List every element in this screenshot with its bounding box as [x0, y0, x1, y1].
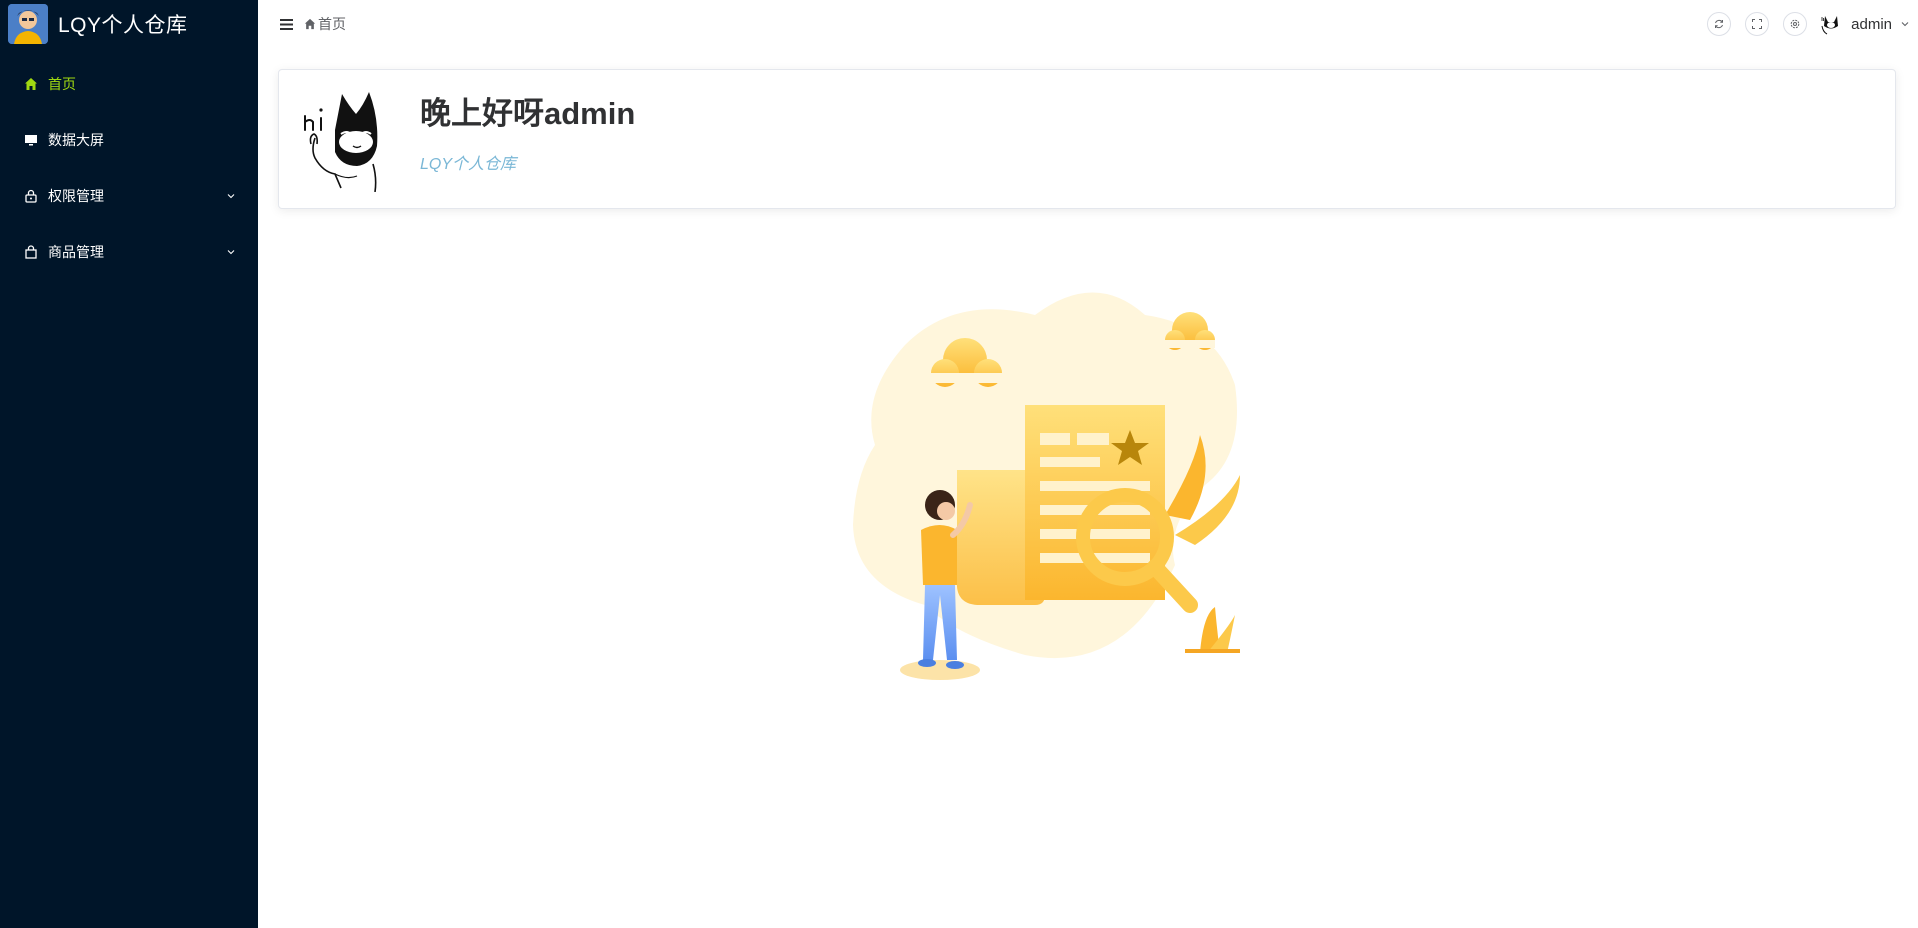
sidebar-item-label: 首页	[48, 76, 76, 92]
lock-icon	[22, 187, 40, 205]
shopping-bag-icon	[22, 243, 40, 261]
sidebar: LQY个人仓库 首页 数据大屏 权限管理 商品管理	[0, 0, 258, 928]
sidebar-item-data-screen[interactable]: 数据大屏	[0, 112, 258, 168]
welcome-card: 晚上好呀admin LQY个人仓库	[278, 69, 1896, 209]
home-icon	[304, 18, 316, 30]
sidebar-item-goods[interactable]: 商品管理	[0, 224, 258, 280]
breadcrumb-item[interactable]: 首页	[318, 14, 346, 34]
sidebar-item-permission[interactable]: 权限管理	[0, 168, 258, 224]
chevron-down-icon	[226, 188, 236, 204]
breadcrumb: 首页	[304, 14, 346, 34]
greeting-title: 晚上好呀admin	[420, 96, 636, 131]
settings-button[interactable]	[1783, 12, 1808, 36]
home-icon	[22, 75, 40, 93]
sidebar-menu: 首页 数据大屏 权限管理 商品管理	[0, 56, 258, 280]
welcome-illustration	[845, 285, 1325, 685]
sidebar-item-label: 商品管理	[48, 244, 104, 260]
chevron-down-icon	[226, 244, 236, 260]
sidebar-item-label: 数据大屏	[48, 132, 104, 148]
chevron-down-icon[interactable]	[1900, 19, 1910, 29]
fullscreen-icon	[1752, 19, 1763, 29]
menu-toggle-icon[interactable]	[280, 16, 296, 32]
app-title: LQY个人仓库	[58, 14, 188, 37]
username[interactable]: admin	[1851, 16, 1892, 33]
refresh-icon	[1715, 19, 1724, 29]
refresh-button[interactable]	[1707, 12, 1732, 36]
sidebar-item-home[interactable]: 首页	[0, 56, 258, 112]
user-avatar[interactable]	[1819, 12, 1843, 36]
monitor-icon	[22, 131, 40, 149]
settings-icon	[1790, 19, 1800, 29]
brand[interactable]: LQY个人仓库	[0, 0, 258, 48]
hi-avatar	[301, 88, 401, 193]
brand-logo	[8, 4, 48, 44]
fullscreen-button[interactable]	[1745, 12, 1770, 36]
top-header: 首页 admin	[258, 0, 1918, 48]
greeting-subtitle: LQY个人仓库	[420, 156, 517, 173]
header-actions: admin	[1693, 0, 1910, 48]
sidebar-item-label: 权限管理	[48, 188, 104, 204]
